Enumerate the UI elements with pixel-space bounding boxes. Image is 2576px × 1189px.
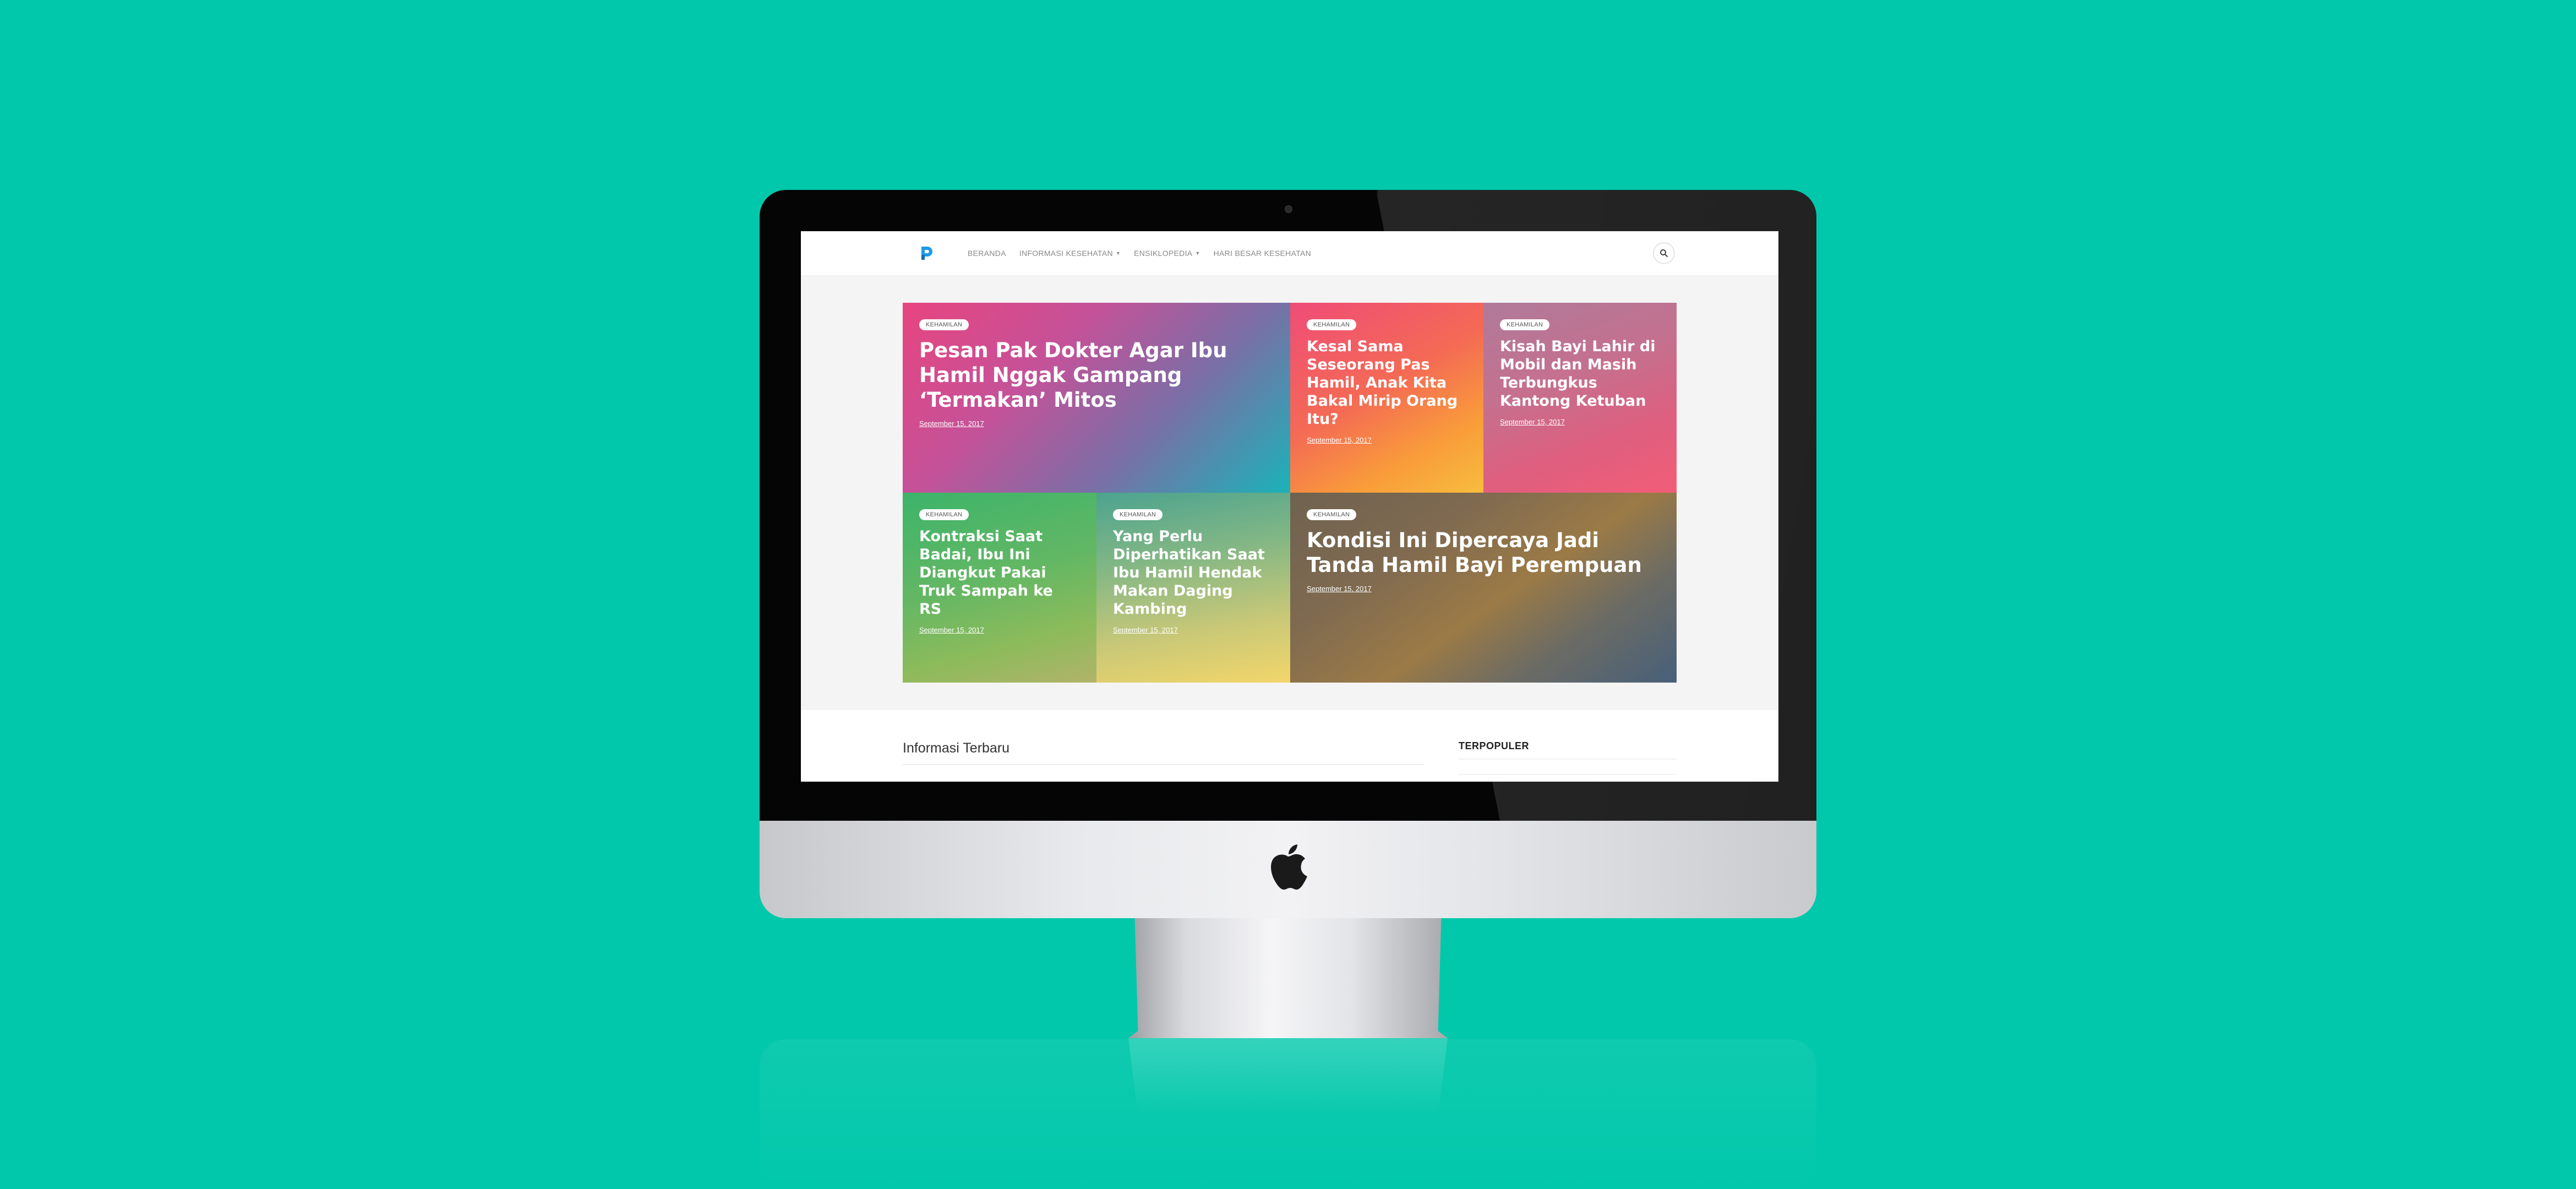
card-date: September 15, 2017 [1500, 417, 1565, 426]
nav-item-label: BERANDA [968, 249, 1006, 258]
nav-item-hari-besar-kesehatan[interactable]: HARI BESAR KESEHATAN [1214, 249, 1311, 258]
camera-icon [1285, 205, 1292, 213]
site-header: BERANDA INFORMASI KESEHATAN ▼ ENSIKLOPED… [801, 231, 1778, 276]
category-badge[interactable]: KEHAMILAN [1500, 319, 1550, 330]
card-title[interactable]: Kondisi Ini Dipercaya Jadi Tanda Hamil B… [1307, 528, 1660, 577]
card-date: September 15, 2017 [1113, 625, 1178, 634]
card-date: September 15, 2017 [919, 419, 984, 428]
card-date: September 15, 2017 [919, 625, 984, 634]
main-nav: BERANDA INFORMASI KESEHATAN ▼ ENSIKLOPED… [968, 231, 1311, 275]
category-badge[interactable]: KEHAMILAN [919, 509, 969, 520]
browser-screen: BERANDA INFORMASI KESEHATAN ▼ ENSIKLOPED… [801, 231, 1778, 782]
card-title[interactable]: Pesan Pak Dokter Agar Ibu Hamil Nggak Ga… [919, 338, 1274, 412]
content-section: Informasi Terbaru TERPOPULER [801, 710, 1778, 782]
sidebar-title: TERPOPULER [1459, 740, 1530, 751]
category-badge[interactable]: KEHAMILAN [1307, 319, 1357, 330]
chevron-down-icon: ▼ [1195, 250, 1200, 256]
section-title: Informasi Terbaru [903, 740, 1010, 756]
nav-item-label: HARI BESAR KESEHATAN [1213, 249, 1312, 258]
featured-card[interactable]: KEHAMILAN Kisah Bayi Lahir di Mobil dan … [1483, 303, 1677, 493]
stand-reflection [1128, 1038, 1448, 1115]
category-badge[interactable]: KEHAMILAN [1307, 509, 1357, 520]
imac-bezel: BERANDA INFORMASI KESEHATAN ▼ ENSIKLOPED… [760, 190, 1816, 821]
search-icon [1660, 249, 1668, 257]
sidebar-divider [1459, 759, 1677, 760]
sidebar-divider [1459, 774, 1677, 775]
category-badge[interactable]: KEHAMILAN [1113, 509, 1163, 520]
featured-grid: KEHAMILAN Pesan Pak Dokter Agar Ibu Hami… [903, 303, 1677, 683]
featured-card[interactable]: KEHAMILAN Kesal Sama Seseorang Pas Hamil… [1290, 303, 1483, 493]
featured-card[interactable]: KEHAMILAN Kontraksi Saat Badai, Ibu Ini … [903, 493, 1096, 683]
apple-logo-icon [1271, 844, 1307, 890]
search-button[interactable] [1653, 242, 1675, 264]
section-divider [903, 764, 1425, 765]
card-title[interactable]: Yang Perlu Diperhatikan Saat Ibu Hamil H… [1113, 528, 1274, 619]
card-title[interactable]: Kontraksi Saat Badai, Ibu Ini Diangkut P… [919, 528, 1080, 619]
nav-item-ensiklopedia[interactable]: ENSIKLOPEDIA ▼ [1134, 249, 1200, 258]
site-logo-icon[interactable] [918, 244, 936, 262]
nav-item-label: ENSIKLOPEDIA [1134, 249, 1193, 258]
chevron-down-icon: ▼ [1115, 250, 1121, 256]
nav-item-beranda[interactable]: BERANDA [968, 249, 1006, 258]
category-badge[interactable]: KEHAMILAN [919, 319, 969, 330]
imac-mockup: BERANDA INFORMASI KESEHATAN ▼ ENSIKLOPED… [760, 190, 1816, 1038]
featured-card[interactable]: KEHAMILAN Pesan Pak Dokter Agar Ibu Hami… [903, 303, 1290, 493]
card-title[interactable]: Kisah Bayi Lahir di Mobil dan Masih Terb… [1500, 338, 1660, 411]
card-date: September 15, 2017 [1307, 435, 1372, 444]
card-title[interactable]: Kesal Sama Seseorang Pas Hamil, Anak Kit… [1307, 338, 1467, 429]
card-date: September 15, 2017 [1307, 585, 1372, 593]
nav-item-informasi-kesehatan[interactable]: INFORMASI KESEHATAN ▼ [1019, 249, 1121, 258]
imac-stand [1128, 918, 1448, 1038]
nav-item-label: INFORMASI KESEHATAN [1019, 249, 1113, 258]
featured-card[interactable]: KEHAMILAN Kondisi Ini Dipercaya Jadi Tan… [1290, 493, 1677, 683]
featured-card[interactable]: KEHAMILAN Yang Perlu Diperhatikan Saat I… [1096, 493, 1290, 683]
